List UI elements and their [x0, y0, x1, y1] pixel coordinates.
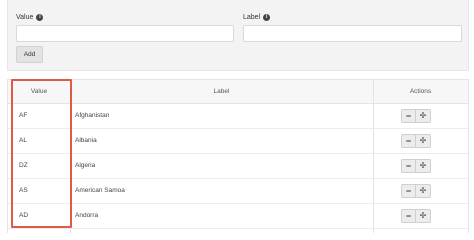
options-table: Value Label Actions AF Afghanistan − ✢ A… [7, 79, 469, 233]
remove-row-button[interactable]: − [402, 210, 416, 222]
info-icon[interactable]: i [36, 14, 44, 21]
table-row: DZ Algeria − ✢ [8, 154, 468, 179]
row-label: American Samoa [75, 187, 125, 194]
value-column-header[interactable]: Value [8, 80, 70, 103]
label-input[interactable] [243, 25, 462, 42]
move-row-icon[interactable]: ✢ [416, 135, 430, 147]
row-actions: − ✢ [401, 209, 431, 223]
move-row-icon[interactable]: ✢ [416, 185, 430, 197]
row-value: DZ [19, 162, 28, 169]
remove-row-button[interactable]: − [402, 110, 416, 122]
actions-column-header: Actions [409, 88, 432, 95]
table-header: Value Label Actions [8, 80, 468, 104]
move-row-icon[interactable]: ✢ [416, 160, 430, 172]
value-field-label: Value i [16, 14, 44, 21]
label-field-label: Label i [243, 14, 271, 21]
row-label: Algeria [75, 162, 96, 169]
row-value: AD [19, 212, 29, 219]
move-row-icon[interactable]: ✢ [416, 110, 430, 122]
add-option-form: Value i Label i Add [7, 0, 469, 71]
row-actions: − ✢ [401, 159, 431, 173]
row-actions: − ✢ [401, 109, 431, 123]
row-actions: − ✢ [401, 134, 431, 148]
value-input[interactable] [16, 25, 234, 42]
row-label: Andorra [75, 212, 99, 219]
remove-row-button[interactable]: − [402, 135, 416, 147]
table-row: AL Albania − ✢ [8, 129, 468, 154]
value-label-text: Value [16, 14, 34, 21]
label-column-header[interactable]: Label [70, 80, 373, 103]
row-label: Albania [75, 137, 97, 144]
remove-row-button[interactable]: − [402, 185, 416, 197]
table-row: AD Andorra − ✢ [8, 204, 468, 229]
info-icon[interactable]: i [263, 14, 271, 21]
label-label-text: Label [243, 14, 261, 21]
row-value: AL [19, 137, 27, 144]
row-actions: − ✢ [401, 184, 431, 198]
table-row: AS American Samoa − ✢ [8, 179, 468, 204]
move-row-icon[interactable]: ✢ [416, 210, 430, 222]
row-label: Afghanistan [75, 112, 110, 119]
add-button[interactable]: Add [16, 46, 43, 63]
row-value: AF [19, 112, 28, 119]
table-row: AF Afghanistan − ✢ [8, 104, 468, 129]
row-value: AS [19, 187, 28, 194]
remove-row-button[interactable]: − [402, 160, 416, 172]
